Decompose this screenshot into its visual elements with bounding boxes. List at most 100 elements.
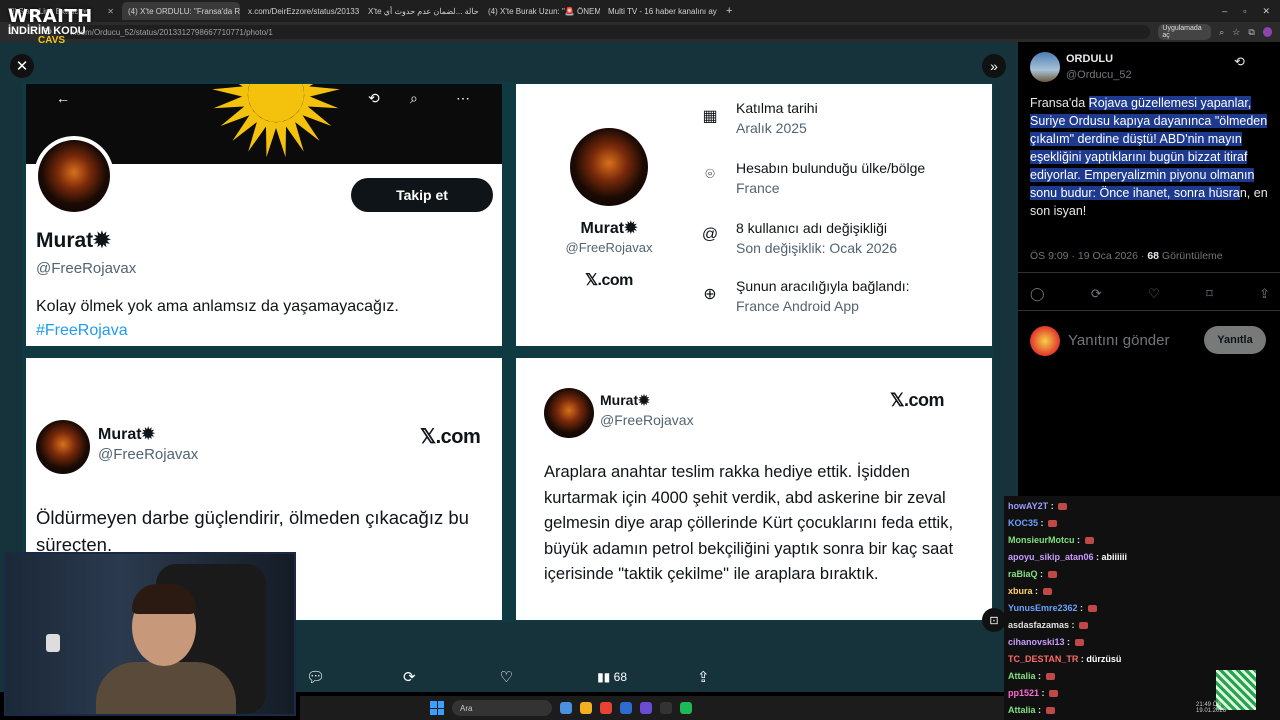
tweet-author-name: Murat✹ [98, 426, 155, 443]
reply-button[interactable]: Yanıtla [1204, 326, 1266, 354]
expand-sidebar-icon[interactable]: » [982, 54, 1006, 78]
bookmark-icon[interactable]: ⌑ [1206, 286, 1213, 302]
emote-icon [1087, 605, 1097, 613]
account-handle: @FreeRojavax [565, 240, 653, 255]
emote-icon [1047, 571, 1057, 579]
new-tab-button[interactable]: + [726, 5, 732, 17]
bookmark-star-icon[interactable]: ☆ [1232, 27, 1240, 38]
browser-tab[interactable]: x.com/DeirEzzore/status/20133✕ [242, 2, 360, 20]
image-scan-icon[interactable]: ⊡ [982, 608, 1006, 632]
author-name[interactable]: ORDULU [1066, 53, 1113, 65]
cup-object [46, 634, 60, 652]
taskbar-search-label: Ara [460, 703, 473, 713]
close-icon[interactable]: ✕ [10, 54, 34, 78]
close-window-button[interactable]: ✕ [1262, 6, 1270, 17]
clock[interactable]: 21:49 ÖS 19.01.2026 [1196, 702, 1226, 714]
windows-start-icon[interactable] [430, 701, 444, 715]
share-icon[interactable]: ⇪ [697, 668, 710, 686]
x-com-logo: 𝕏.com [420, 426, 481, 448]
chat-separator: : [1037, 569, 1046, 579]
info-title: Şunun aracılığıyla bağlandı: [736, 278, 910, 294]
grok-icon[interactable]: ⟲ [1234, 54, 1245, 70]
chat-separator: : [1035, 705, 1044, 715]
reply-icon[interactable]: 💬︎ [306, 668, 325, 686]
calendar-icon: ▦ [702, 108, 718, 125]
chat-username[interactable]: Attalia [1008, 705, 1036, 715]
browser-tab[interactable]: (4) X'te Burak Uzun: "🚨 ÖNEMLİ✕ [482, 2, 600, 20]
reply-icon[interactable]: ◯ [1030, 286, 1045, 302]
retweet-icon[interactable]: ⟳ [1091, 286, 1102, 302]
share-icon[interactable]: ⇪ [1259, 286, 1270, 302]
tweet-view-label: Görüntüleme [1159, 250, 1223, 262]
chat-text: abiiiiii [1101, 552, 1128, 562]
chat-message: xbura : [1008, 583, 1278, 600]
like-icon[interactable]: ♡ [1148, 286, 1160, 302]
chat-username[interactable]: pp1521 [1008, 688, 1039, 698]
views-button[interactable]: ▮▮ 68 [597, 670, 627, 684]
tweet-author-name: Murat✹ [600, 392, 650, 408]
emote-icon [1049, 690, 1059, 698]
chat-username[interactable]: apoyu_sikip_atan06 [1008, 552, 1094, 562]
emote-icon [1045, 673, 1055, 681]
author-avatar[interactable] [1030, 52, 1060, 82]
url-field[interactable]: x.com/Orducu_52/status/20133127986677107… [60, 25, 1151, 39]
profile-avatar[interactable] [1262, 27, 1272, 37]
taskbar-search[interactable]: Ara [452, 700, 552, 716]
chat-separator: : [1074, 535, 1083, 545]
chat-username[interactable]: KOC35 [1008, 518, 1038, 528]
divider [1018, 272, 1280, 273]
zoom-icon[interactable]: ⌕ [1219, 27, 1224, 38]
retweet-icon[interactable]: ⟳ [403, 668, 416, 686]
chat-separator: : [1077, 603, 1086, 613]
windows-taskbar: Ara [300, 696, 1004, 720]
info-value: Son değişiklik: Ocak 2026 [736, 240, 898, 256]
chat-username[interactable]: MonsieurMotcu [1008, 535, 1075, 545]
like-icon[interactable]: ♡ [500, 668, 513, 686]
tweet-avatar [36, 420, 90, 474]
tab-close-icon[interactable]: ✕ [107, 7, 114, 16]
back-arrow-icon: ← [56, 90, 70, 106]
browser-tab[interactable]: X'te حالة ...لضمان عدم حدوث أي✕ [362, 2, 480, 20]
chat-username[interactable]: cihanovski13 [1008, 637, 1065, 647]
emote-icon [1084, 537, 1094, 545]
tweet-photo: ← ⟲ ⌕ ⋯ Takip et Murat✹ @FreeRojavax Kol… [22, 82, 994, 622]
files-app-icon[interactable] [560, 702, 572, 714]
edge-app-icon[interactable] [620, 702, 632, 714]
screen: TikSlam Link Extractor ✕ (4) X'te ORDULU: … [0, 0, 1280, 720]
chat-username[interactable]: raBiaQ [1008, 569, 1038, 579]
browser-tab[interactable]: (4) X'te ORDULU: "Fransa'da R✕ [122, 2, 240, 20]
more-icon: ⋯ [456, 90, 470, 106]
chat-username[interactable]: YunusEmre2362 [1008, 603, 1078, 613]
chrome-app-icon[interactable] [600, 702, 612, 714]
emote-icon [1042, 588, 1052, 596]
author-handle[interactable]: @Orducu_52 [1066, 69, 1132, 81]
tweet-view-count: 68 [1147, 250, 1160, 262]
browser-tab[interactable]: Multi TV - 16 haber kanalını ay✕ [602, 2, 720, 20]
discord-app-icon[interactable] [640, 702, 652, 714]
spotify-app-icon[interactable] [680, 702, 692, 714]
system-tray: 21:49 ÖS 19.01.2026 [1180, 696, 1280, 720]
maximize-button[interactable]: ▫ [1243, 6, 1246, 17]
minimize-button[interactable]: – [1222, 6, 1227, 17]
extensions-icon[interactable]: ⧉ [1248, 27, 1254, 38]
chat-message: howAY2T : [1008, 498, 1278, 515]
chat-username[interactable]: TC_DESTAN_TR [1008, 654, 1078, 664]
globe-icon: ⊕ [703, 286, 717, 303]
photo-action-bar: 💬︎ ⟳ ♡ ▮▮ 68 ⇪ [300, 664, 780, 690]
explorer-app-icon[interactable] [580, 702, 592, 714]
chat-username[interactable]: howAY2T [1008, 501, 1048, 511]
info-value: Aralık 2025 [736, 120, 807, 136]
chat-username[interactable]: asdasfazamas [1008, 620, 1069, 630]
views-count: 68 [613, 670, 627, 684]
chat-username[interactable]: xbura [1008, 586, 1033, 596]
account-avatar [570, 128, 648, 206]
chat-separator: : [1069, 620, 1078, 630]
reply-input[interactable]: Yanıtını gönder [1068, 332, 1169, 349]
obs-app-icon[interactable] [660, 702, 672, 714]
profile-name: Murat✹ [36, 229, 111, 252]
chat-username[interactable]: Attalia [1008, 671, 1036, 681]
tweet-author-handle: @FreeRojavax [600, 412, 694, 428]
chat-separator: : [1035, 671, 1044, 681]
open-in-app-pill[interactable]: Uygulamada aç [1158, 24, 1212, 40]
chat-separator: : [1032, 586, 1041, 596]
